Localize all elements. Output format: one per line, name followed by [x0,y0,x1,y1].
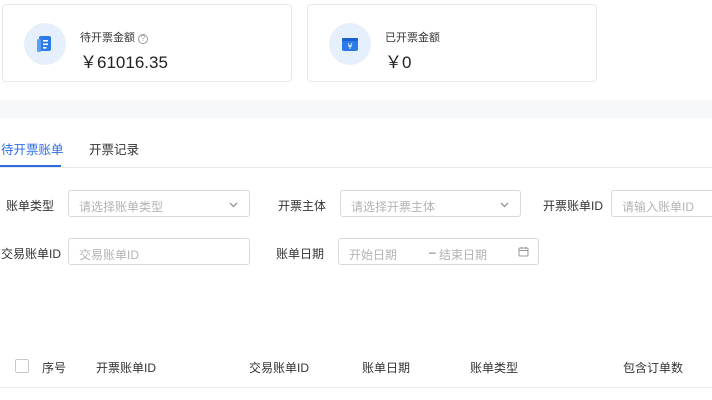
chevron-down-icon [499,199,510,213]
select-all-checkbox[interactable] [15,359,29,373]
column-header-invoice-bill-id: 开票账单ID [96,361,157,375]
chevron-down-icon [228,199,239,213]
invoice-entity-placeholder: 请选择开票主体 [351,200,436,214]
section-divider [0,100,712,118]
table-header: 序号 开票账单ID 交易账单ID 账单日期 账单类型 包含订单数 [0,348,712,388]
start-date-placeholder[interactable]: 开始日期 [349,246,397,263]
svg-text:¥: ¥ [347,42,352,51]
yuan-wallet-icon: ¥ [329,23,371,65]
trade-bill-id-input[interactable]: 交易账单ID [68,238,250,265]
column-header-index: 序号 [42,361,67,375]
invoice-entity-select[interactable]: 请选择开票主体 [340,190,521,217]
pending-amount-label: 待开票金额? [80,29,148,45]
invoice-bill-id-label: 开票账单ID [543,199,604,213]
date-range-separator: – [429,245,436,259]
column-header-trade-bill-id: 交易账单ID [249,361,310,375]
calendar-icon [518,246,529,260]
invoice-bill-id-input[interactable]: 请输入账单ID [611,190,712,217]
column-header-bill-type: 账单类型 [470,361,519,375]
active-tab-indicator [0,165,61,167]
bill-date-label: 账单日期 [276,247,325,261]
issued-amount-value: ￥0 [385,53,412,72]
bill-type-placeholder: 请选择账单类型 [79,200,164,214]
help-icon[interactable]: ? [138,34,148,44]
tab-invoice-records[interactable]: 开票记录 [89,139,139,158]
pending-amount-label-text: 待开票金额 [80,32,135,44]
tab-pending-bills[interactable]: 待开票账单 [1,139,64,158]
issued-amount-card: ¥ 已开票金额 ￥0 [307,4,597,82]
issued-amount-label: 已开票金额 [385,32,440,44]
invoice-document-icon [24,23,66,65]
column-header-order-count: 包含订单数 [623,361,684,375]
invoice-entity-label: 开票主体 [278,199,327,213]
bill-date-range-picker[interactable]: 开始日期 – 结束日期 [338,238,539,265]
trade-bill-id-placeholder: 交易账单ID [79,248,140,262]
bill-type-label: 账单类型 [6,199,55,213]
pending-amount-value: ￥61016.35 [80,53,168,72]
invoice-page: 待开票金额? ￥61016.35 ¥ 已开票金额 ￥0 待开票账单 开票记录 账… [0,0,712,400]
pending-amount-card: 待开票金额? ￥61016.35 [2,4,292,82]
end-date-placeholder[interactable]: 结束日期 [439,246,487,263]
tab-bar: 待开票账单 开票记录 [0,118,712,168]
bill-type-select[interactable]: 请选择账单类型 [68,190,250,217]
invoice-bill-id-placeholder: 请输入账单ID [622,200,695,214]
column-header-bill-date: 账单日期 [362,361,411,375]
trade-bill-id-label: 交易账单ID [1,247,62,261]
